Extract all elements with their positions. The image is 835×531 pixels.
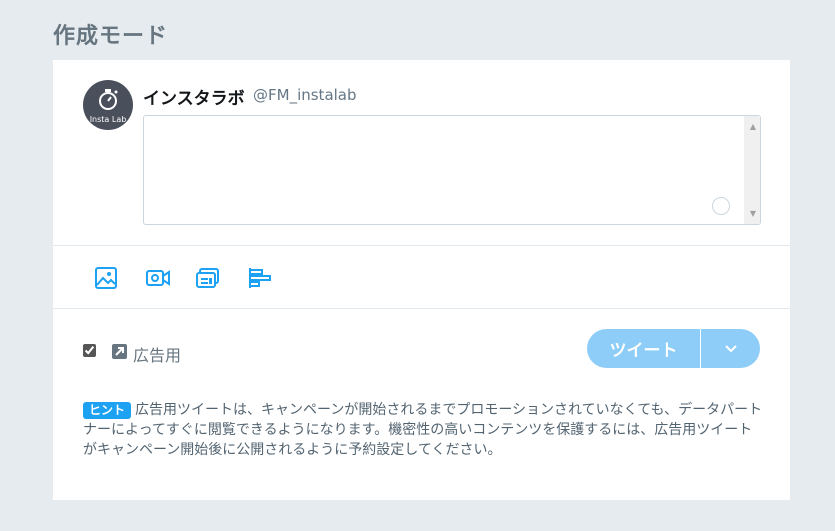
- divider: [53, 245, 790, 246]
- chevron-down-icon: [724, 344, 737, 352]
- divider: [53, 308, 790, 309]
- tweet-textarea[interactable]: ▲ ▼: [143, 115, 761, 225]
- character-counter: [712, 197, 730, 215]
- scroll-up-arrow-icon[interactable]: ▲: [750, 122, 756, 131]
- card-icon[interactable]: [196, 266, 220, 290]
- hint-text: 広告用ツイートは、キャンペーンが開始されるまでプロモーションされていなくても、デ…: [83, 402, 763, 458]
- avatar-label: Insta Lab: [89, 115, 127, 124]
- scroll-down-arrow-icon[interactable]: ▼: [750, 209, 756, 218]
- tweet-button[interactable]: ツイート: [587, 329, 700, 368]
- promoted-icon: [112, 344, 127, 359]
- scrollbar[interactable]: ▲ ▼: [744, 116, 760, 224]
- hint-badge: ヒント: [83, 402, 132, 419]
- account-name: インスタラボ: [143, 89, 245, 109]
- image-icon[interactable]: [94, 266, 118, 290]
- tweet-options-button[interactable]: [701, 329, 760, 368]
- account-handle: @FM_instalab: [253, 86, 357, 104]
- video-icon[interactable]: [146, 266, 170, 290]
- avatar[interactable]: Insta Lab: [83, 80, 133, 130]
- page-title: 作成モード: [53, 24, 169, 49]
- promo-checkbox[interactable]: [83, 344, 96, 357]
- hint-text-block: ヒント 広告用ツイートは、キャンペーンが開始されるまでプロモーションされていなくて…: [83, 400, 763, 460]
- compose-card: Insta Lab インスタラボ @FM_instalab ▲ ▼ 広告用 ツイ…: [53, 60, 790, 500]
- poll-icon[interactable]: [248, 266, 272, 290]
- promo-label: 広告用: [133, 346, 182, 365]
